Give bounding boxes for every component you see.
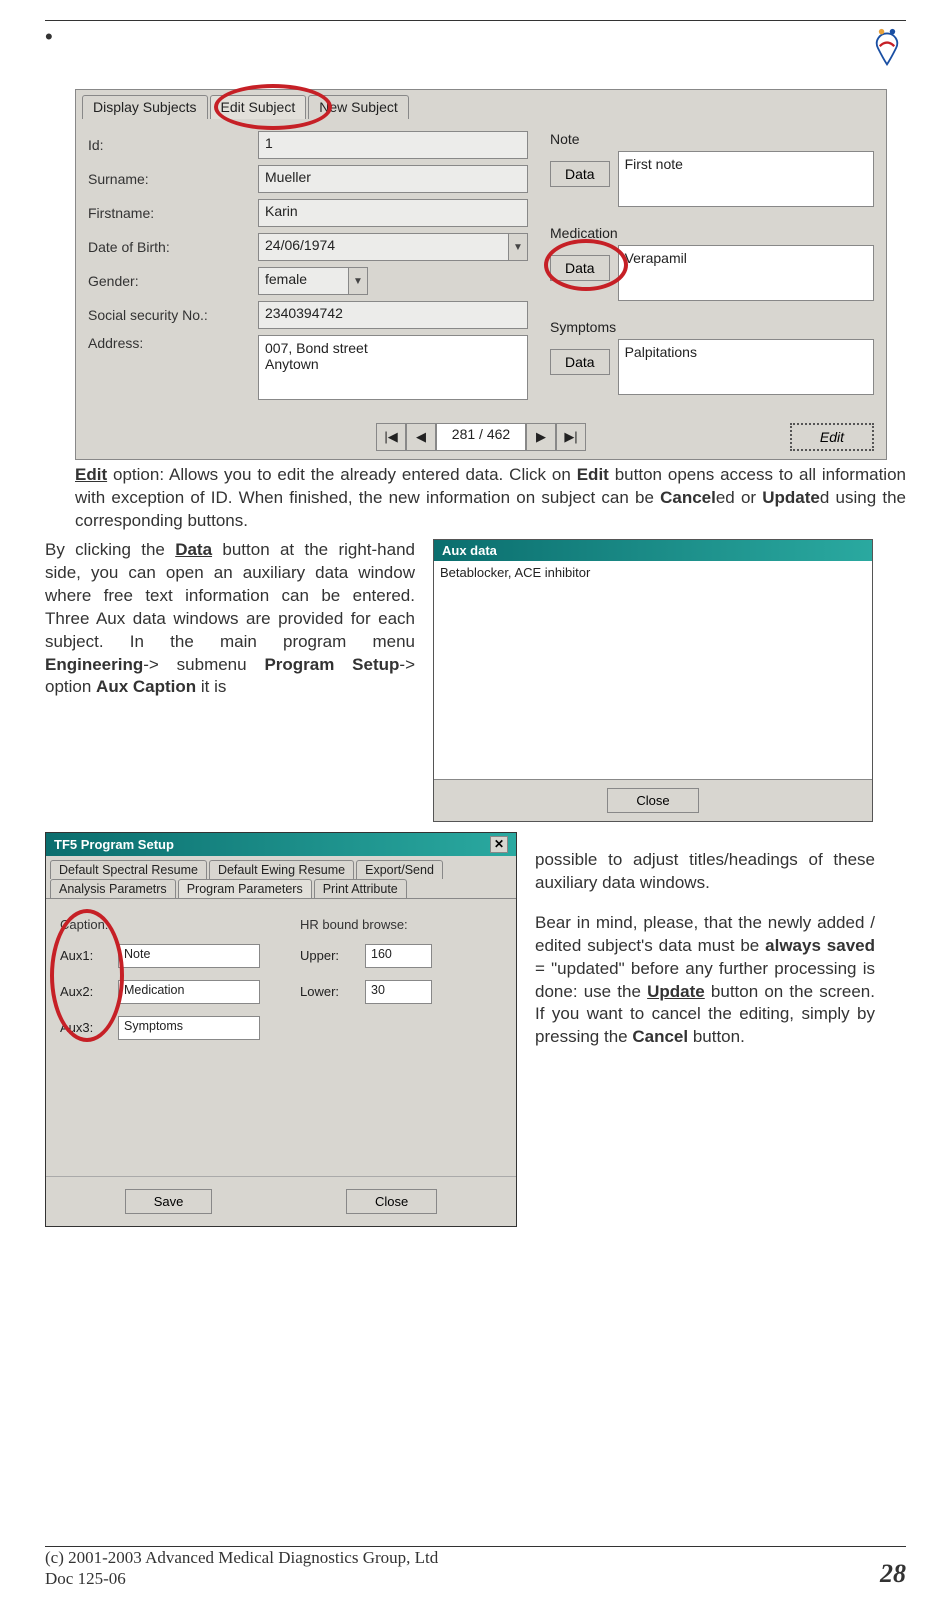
tab-program-params[interactable]: Program Parameters <box>178 879 312 898</box>
nav-next-button[interactable]: ▶ <box>526 423 556 451</box>
upper-field[interactable]: 160 <box>365 944 432 968</box>
program-setup-window: TF5 Program Setup ✕ Default Spectral Res… <box>45 832 517 1227</box>
label-symptoms: Symptoms <box>550 319 874 335</box>
paragraph-edit-option: Edit option: Allows you to edit the alre… <box>75 464 906 533</box>
label-address: Address: <box>88 335 258 351</box>
tab-default-spectral[interactable]: Default Spectral Resume <box>50 860 207 879</box>
setup-title: TF5 Program Setup <box>54 837 174 852</box>
note-field[interactable]: First note <box>618 151 874 207</box>
tab-export-send[interactable]: Export/Send <box>356 860 443 879</box>
dob-dropdown-icon[interactable]: ▼ <box>509 233 528 261</box>
form-tabs: Display Subjects Edit Subject New Subjec… <box>76 90 886 119</box>
ssn-field[interactable]: 2340394742 <box>258 301 528 329</box>
label-firstname: Firstname: <box>88 205 258 221</box>
label-gender: Gender: <box>88 273 258 289</box>
lower-label: Lower: <box>300 984 355 999</box>
tab-display-subjects[interactable]: Display Subjects <box>82 95 208 119</box>
tab-new-subject[interactable]: New Subject <box>308 95 409 119</box>
label-surname: Surname: <box>88 171 258 187</box>
footer-text: (c) 2001-2003 Advanced Medical Diagnosti… <box>45 1547 438 1590</box>
gender-field[interactable]: female <box>258 267 349 295</box>
address-field[interactable]: 007, Bond street Anytown <box>258 335 528 400</box>
note-data-button[interactable]: Data <box>550 161 610 187</box>
aux1-field[interactable]: Note <box>118 944 260 968</box>
nav-prev-button[interactable]: ◀ <box>406 423 436 451</box>
aux2-label: Aux2: <box>60 984 108 999</box>
page-number: 28 <box>880 1559 906 1589</box>
aux3-field[interactable]: Symptoms <box>118 1016 260 1040</box>
tab-edit-subject[interactable]: Edit Subject <box>210 95 307 119</box>
caption-group-label: Caption: <box>60 917 300 932</box>
symptoms-field[interactable]: Palpitations <box>618 339 874 395</box>
firstname-field[interactable]: Karin <box>258 199 528 227</box>
medication-field[interactable]: Verapamil <box>618 245 874 301</box>
aux1-label: Aux1: <box>60 948 108 963</box>
label-id: Id: <box>88 137 258 153</box>
upper-label: Upper: <box>300 948 355 963</box>
aux-title: Aux data <box>434 540 872 561</box>
medication-data-button[interactable]: Data <box>550 255 610 281</box>
paragraph-aux-titles: possible to adjust titles/headings of th… <box>535 849 875 895</box>
setup-save-button[interactable]: Save <box>125 1189 213 1214</box>
subject-form-panel: Display Subjects Edit Subject New Subjec… <box>75 89 887 460</box>
dob-field[interactable]: 24/06/1974 <box>258 233 509 261</box>
aux2-field[interactable]: Medication <box>118 980 260 1004</box>
paragraph-save-update: Bear in mind, please, that the newly add… <box>535 912 875 1050</box>
symptoms-data-button[interactable]: Data <box>550 349 610 375</box>
close-icon[interactable]: ✕ <box>490 836 508 853</box>
aux3-label: Aux3: <box>60 1020 108 1035</box>
label-medication: Medication <box>550 225 874 241</box>
paragraph-data-button: By clicking the Data button at the right… <box>45 539 415 822</box>
nav-counter[interactable]: 281 / 462 <box>436 423 526 451</box>
aux-close-button[interactable]: Close <box>607 788 698 813</box>
label-dob: Date of Birth: <box>88 239 258 255</box>
edit-button[interactable]: Edit <box>790 423 874 451</box>
gender-dropdown-icon[interactable]: ▼ <box>349 267 368 295</box>
aux-textarea[interactable]: Betablocker, ACE inhibitor <box>434 561 872 779</box>
surname-field[interactable]: Mueller <box>258 165 528 193</box>
setup-close-button[interactable]: Close <box>346 1189 437 1214</box>
tab-default-ewing[interactable]: Default Ewing Resume <box>209 860 354 879</box>
hr-group-label: HR bound browse: <box>300 917 480 932</box>
nav-last-button[interactable]: ▶| <box>556 423 586 451</box>
tab-analysis-params[interactable]: Analysis Parametrs <box>50 879 176 898</box>
id-field[interactable]: 1 <box>258 131 528 159</box>
tab-print-attribute[interactable]: Print Attribute <box>314 879 407 898</box>
aux-data-window: Aux data Betablocker, ACE inhibitor Clos… <box>433 539 873 822</box>
logo-icon <box>868 28 906 68</box>
label-ssn: Social security No.: <box>88 307 258 323</box>
label-note: Note <box>550 131 874 147</box>
nav-first-button[interactable]: |◀ <box>376 423 406 451</box>
lower-field[interactable]: 30 <box>365 980 432 1004</box>
bullet: • <box>45 29 75 460</box>
